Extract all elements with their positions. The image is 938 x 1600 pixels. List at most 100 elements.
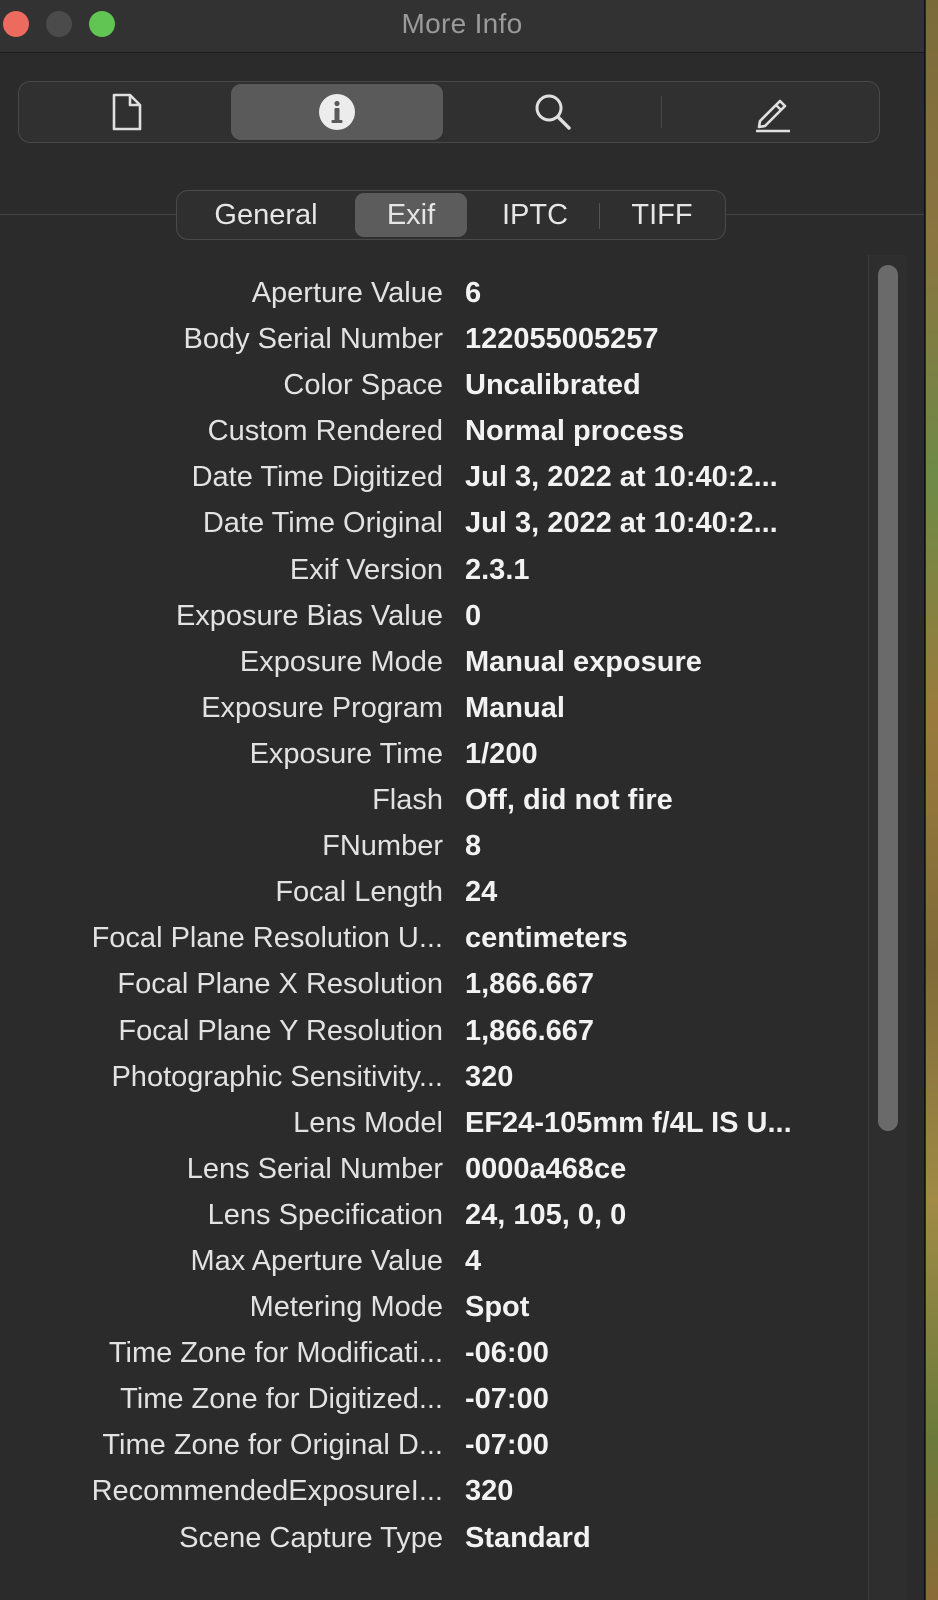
property-row: Time Zone for Digitized... -07:00 xyxy=(0,1376,870,1422)
property-value[interactable]: 24 xyxy=(465,876,860,909)
toolbar-divider xyxy=(661,96,662,128)
property-row: RecommendedExposureI... 320 xyxy=(0,1468,870,1514)
property-value[interactable]: 1,866.667 xyxy=(465,1015,860,1048)
property-row: Date Time Original Jul 3, 2022 at 10:40:2… xyxy=(0,500,870,546)
window-title: More Info xyxy=(401,8,523,39)
property-value[interactable]: 0000a468ce xyxy=(465,1153,860,1186)
property-name: Scene Capture Type xyxy=(179,1521,443,1554)
property-value[interactable]: 6 xyxy=(465,277,860,310)
property-value[interactable]: -06:00 xyxy=(465,1337,860,1370)
property-row: Scene Capture Type Standard xyxy=(0,1515,870,1561)
property-row: Custom Rendered Normal process xyxy=(0,408,870,454)
property-name: Max Aperture Value xyxy=(190,1244,443,1277)
property-value[interactable]: 1,866.667 xyxy=(465,968,860,1001)
property-name: Photographic Sensitivity... xyxy=(111,1060,443,1093)
property-value[interactable]: 122055005257 xyxy=(465,323,860,356)
property-value[interactable]: Jul 3, 2022 at 10:40:2... xyxy=(465,507,860,540)
document-icon xyxy=(110,92,144,132)
edit-tab-button[interactable] xyxy=(667,84,879,140)
tab-exif[interactable]: Exif xyxy=(355,193,467,237)
property-row: Color Space Uncalibrated xyxy=(0,362,870,408)
tab-iptc[interactable]: IPTC xyxy=(471,193,599,237)
exif-properties-list: Aperture Value 6 Body Serial Number 122055… xyxy=(0,270,870,1561)
pencil-icon xyxy=(752,91,794,133)
property-value[interactable]: Manual exposure xyxy=(465,646,860,679)
property-name: Exposure Bias Value xyxy=(175,599,443,632)
property-value[interactable]: Jul 3, 2022 at 10:40:2... xyxy=(465,461,860,494)
property-name: RecommendedExposureI... xyxy=(91,1475,443,1508)
property-row: Exposure Time 1/200 xyxy=(0,731,870,777)
property-value[interactable]: Standard xyxy=(465,1522,860,1555)
property-name: Time Zone for Original D... xyxy=(102,1429,443,1462)
inspector-toolbar xyxy=(18,81,880,143)
property-name: Date Time Original xyxy=(202,507,443,540)
property-value[interactable]: Off, did not fire xyxy=(465,784,860,817)
property-row: Flash Off, did not fire xyxy=(0,777,870,823)
property-row: Time Zone for Modificati... -06:00 xyxy=(0,1330,870,1376)
property-name: Focal Length xyxy=(275,876,443,909)
property-value[interactable]: 4 xyxy=(465,1245,860,1278)
property-value[interactable]: 320 xyxy=(465,1061,860,1094)
property-value[interactable]: 2.3.1 xyxy=(465,554,860,587)
property-row: Body Serial Number 122055005257 xyxy=(0,316,870,362)
property-name: Metering Mode xyxy=(249,1291,443,1324)
property-name: Time Zone for Modificati... xyxy=(108,1337,443,1370)
property-row: Focal Length 24 xyxy=(0,869,870,915)
property-name: Color Space xyxy=(283,369,443,402)
property-name: Lens Serial Number xyxy=(186,1152,443,1185)
property-row: FNumber 8 xyxy=(0,823,870,869)
property-value[interactable]: centimeters xyxy=(465,922,860,955)
property-row: Focal Plane Resolution U... centimeters xyxy=(0,915,870,961)
info-tab-button[interactable] xyxy=(231,84,443,140)
property-row: Metering Mode Spot xyxy=(0,1284,870,1330)
tab-separator xyxy=(599,203,600,229)
property-name: Exposure Time xyxy=(249,737,443,770)
property-value[interactable]: Spot xyxy=(465,1291,860,1324)
property-row: Lens Serial Number 0000a468ce xyxy=(0,1146,870,1192)
magnifier-icon xyxy=(533,92,573,132)
property-value[interactable]: -07:00 xyxy=(465,1383,860,1416)
tab-general[interactable]: General xyxy=(181,193,351,237)
property-row: Aperture Value 6 xyxy=(0,270,870,316)
tab-tiff[interactable]: TIFF xyxy=(601,193,723,237)
property-value[interactable]: EF24-105mm f/4L IS U... xyxy=(465,1107,860,1140)
property-name: Date Time Digitized xyxy=(191,461,443,494)
property-row: Time Zone for Original D... -07:00 xyxy=(0,1422,870,1468)
property-name: Focal Plane X Resolution xyxy=(117,968,443,1001)
property-row: Exposure Program Manual xyxy=(0,685,870,731)
search-tab-button[interactable] xyxy=(447,84,659,140)
property-name: Exposure Mode xyxy=(239,645,443,678)
property-name: Body Serial Number xyxy=(183,323,444,356)
metadata-tab-bar: General Exif IPTC TIFF xyxy=(176,190,726,240)
property-row: Lens Model EF24-105mm f/4L IS U... xyxy=(0,1100,870,1146)
property-value[interactable]: 0 xyxy=(465,600,860,633)
vertical-scrollbar[interactable] xyxy=(868,255,907,1600)
property-name: Exif Version xyxy=(289,553,443,586)
desktop-photo-background xyxy=(926,0,938,1600)
scrollbar-thumb[interactable] xyxy=(878,265,898,1131)
info-icon xyxy=(318,93,356,131)
property-name: Time Zone for Digitized... xyxy=(120,1383,443,1416)
property-row: Exposure Bias Value 0 xyxy=(0,593,870,639)
property-row: Focal Plane X Resolution 1,866.667 xyxy=(0,961,870,1007)
property-name: Lens Model xyxy=(293,1106,443,1139)
property-row: Max Aperture Value 4 xyxy=(0,1238,870,1284)
property-value[interactable]: 24, 105, 0, 0 xyxy=(465,1199,860,1232)
property-row: Date Time Digitized Jul 3, 2022 at 10:40:… xyxy=(0,454,870,500)
property-value[interactable]: -07:00 xyxy=(465,1429,860,1462)
general-info-tab-button[interactable] xyxy=(21,84,233,140)
property-value[interactable]: Normal process xyxy=(465,415,860,448)
property-row: Exposure Mode Manual exposure xyxy=(0,639,870,685)
property-value[interactable]: Manual xyxy=(465,692,860,725)
property-name: Focal Plane Y Resolution xyxy=(118,1014,443,1047)
property-value[interactable]: 320 xyxy=(465,1475,860,1508)
more-info-window: More Info General Exif IPTC TIFF Apertur… xyxy=(0,0,925,1600)
property-value[interactable]: 1/200 xyxy=(465,738,860,771)
property-row: Focal Plane Y Resolution 1,866.667 xyxy=(0,1008,870,1054)
property-value[interactable]: 8 xyxy=(465,830,860,863)
title-bar[interactable]: More Info xyxy=(0,0,924,53)
property-name: Exposure Program xyxy=(201,691,443,724)
property-name: Custom Rendered xyxy=(207,415,443,448)
property-value[interactable]: Uncalibrated xyxy=(465,369,860,402)
property-name: Lens Specification xyxy=(207,1198,443,1231)
